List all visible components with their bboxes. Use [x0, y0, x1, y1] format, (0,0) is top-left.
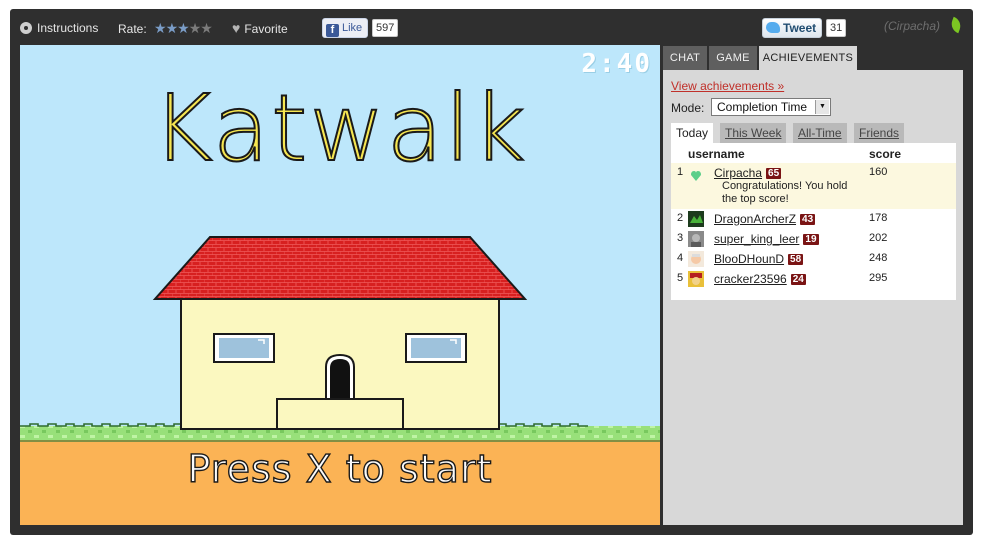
- row-score: 248: [869, 252, 888, 264]
- rate-label: Rate:: [118, 22, 147, 36]
- game-canvas[interactable]: 2:40 Katwalk Press X to start: [20, 45, 660, 525]
- instructions-button[interactable]: Instructions: [20, 20, 98, 36]
- porch-step: [276, 398, 404, 430]
- side-tabs: CHAT GAME ACHIEVEMENTS: [663, 45, 963, 70]
- row-username[interactable]: super_king_leer 19: [714, 232, 819, 246]
- tweet-button[interactable]: Tweet: [762, 18, 823, 38]
- view-achievements-link[interactable]: View achievements »: [671, 79, 784, 93]
- username-header: username: [688, 147, 745, 161]
- level-badge: 58: [788, 254, 804, 265]
- side-panel: CHAT GAME ACHIEVEMENTS View achievements…: [663, 45, 963, 525]
- tab-all-time[interactable]: All-Time: [793, 123, 847, 143]
- leaderboard-row: 5 cracker23596 24 295: [671, 269, 956, 289]
- tweet-count: 31: [826, 19, 847, 37]
- star-icon[interactable]: ★: [200, 20, 213, 36]
- leaderboard-row: 2 DragonArcherZ 43 178: [671, 209, 956, 229]
- leaderboard-row: 3 super_king_leer 19 202: [671, 229, 956, 249]
- avatar[interactable]: [688, 211, 704, 227]
- facebook-like-button[interactable]: f Like: [322, 18, 369, 38]
- star-icon[interactable]: ★: [166, 20, 179, 36]
- row-score: 178: [869, 212, 888, 224]
- start-prompt: Press X to start: [187, 446, 493, 491]
- leaderboard-row: 4 BlooDHounD 58 248: [671, 249, 956, 269]
- row-username[interactable]: DragonArcherZ 43: [714, 212, 816, 226]
- leaderboard-row: 1 Cirpacha 65 160 Congratulations! You ho…: [671, 163, 956, 209]
- tab-game[interactable]: GAME: [709, 46, 757, 70]
- tab-today[interactable]: Today: [671, 123, 714, 143]
- favorite-button[interactable]: ♥ Favorite: [232, 20, 288, 36]
- leaderboard: username score 1 Cirpacha 65 160 Congratu…: [671, 143, 956, 300]
- twitter-bird-icon: [766, 22, 780, 33]
- avatar[interactable]: [688, 231, 704, 247]
- star-icon[interactable]: ★: [154, 20, 167, 36]
- avatar[interactable]: [688, 271, 704, 287]
- tab-friends[interactable]: Friends: [854, 123, 905, 143]
- mode-select[interactable]: Completion Time ▼: [711, 98, 831, 116]
- facebook-icon: f: [326, 24, 339, 37]
- row-rank: 3: [677, 232, 684, 244]
- house-roof: [152, 236, 528, 300]
- tweet-label: Tweet: [783, 21, 817, 35]
- rating-widget: Rate: ★★★★★: [118, 20, 213, 36]
- current-username[interactable]: (Cirpacha): [884, 19, 940, 33]
- heart-icon: ♥: [232, 20, 241, 36]
- mode-label: Mode:: [671, 101, 705, 115]
- like-count: 597: [372, 19, 399, 37]
- level-badge: 24: [790, 274, 806, 285]
- row-score: 202: [869, 232, 888, 244]
- star-icon[interactable]: ★: [189, 20, 202, 36]
- row-username[interactable]: BlooDHounD 58: [714, 252, 804, 266]
- top-bar: Instructions Rate: ★★★★★ ♥ Favorite f Like…: [10, 9, 973, 45]
- row-username[interactable]: cracker23596 24: [714, 272, 806, 286]
- row-rank: 2: [677, 212, 684, 224]
- row-rank: 4: [677, 252, 684, 264]
- level-badge: 43: [800, 214, 816, 225]
- star-icon[interactable]: ★: [177, 20, 190, 36]
- row-rank: 1: [677, 166, 684, 178]
- score-header: score: [869, 147, 902, 161]
- instructions-icon: [20, 22, 32, 34]
- level-badge: 19: [803, 234, 819, 245]
- mode-value: Completion Time: [717, 100, 808, 114]
- rating-stars[interactable]: ★★★★★: [154, 20, 213, 36]
- avatar[interactable]: [688, 251, 704, 267]
- like-label: Like: [342, 22, 363, 34]
- tab-this-week[interactable]: This Week: [720, 123, 787, 143]
- row-score: 160: [869, 166, 888, 178]
- tab-chat[interactable]: CHAT: [663, 46, 707, 70]
- row-username[interactable]: Cirpacha 65: [714, 166, 782, 180]
- avatar[interactable]: [688, 167, 704, 183]
- favorite-label: Favorite: [244, 22, 288, 36]
- leaf-icon: [948, 16, 964, 34]
- tab-achievements[interactable]: ACHIEVEMENTS: [759, 46, 857, 70]
- row-score: 295: [869, 272, 888, 284]
- game-frame: Instructions Rate: ★★★★★ ♥ Favorite f Like…: [10, 9, 973, 535]
- level-badge: 65: [766, 168, 782, 179]
- top-score-message: Congratulations! You hold the top score!: [722, 180, 848, 205]
- instructions-label: Instructions: [37, 21, 99, 35]
- row-rank: 5: [677, 272, 684, 284]
- game-title: Katwalk: [151, 74, 528, 183]
- chevron-down-icon: ▼: [815, 100, 829, 114]
